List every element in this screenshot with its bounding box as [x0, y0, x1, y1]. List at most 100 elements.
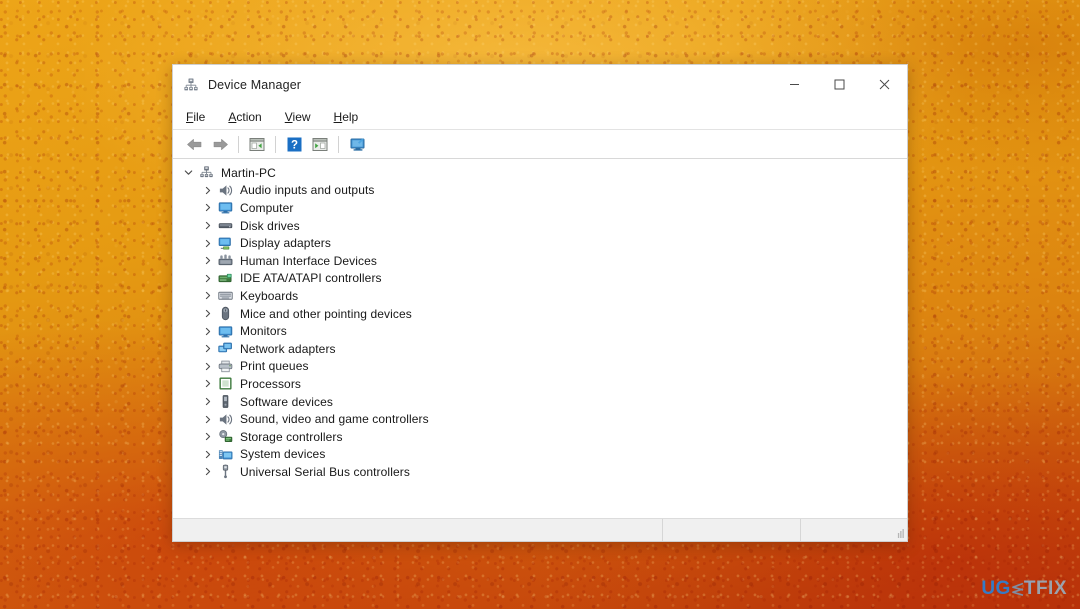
menu-item-view[interactable]: View — [284, 108, 312, 126]
watermark-text-ug: UG — [981, 578, 1011, 599]
tree-item-label: Sound, video and game controllers — [240, 412, 429, 427]
tree-item-label: IDE ATA/ATAPI controllers — [240, 271, 382, 286]
display-adapter-icon — [217, 235, 233, 251]
watermark-text-t: T — [1023, 578, 1036, 599]
chevron-right-icon[interactable] — [200, 464, 215, 480]
menu-rest-action: ction — [236, 109, 262, 124]
chevron-right-icon[interactable] — [200, 218, 215, 234]
tree-item-label: Audio inputs and outputs — [240, 183, 375, 198]
show-hide-console-tree-button[interactable] — [245, 133, 269, 155]
tree-item-system-devices[interactable]: System devices — [173, 446, 907, 464]
menu-item-file[interactable]: File — [185, 108, 206, 126]
chevron-right-icon[interactable] — [200, 235, 215, 251]
tree-item-label: Display adapters — [240, 236, 331, 251]
system-device-icon — [217, 446, 233, 462]
tree-item-audio-inputs-and-outputs[interactable]: Audio inputs and outputs — [173, 182, 907, 200]
tree-item-computer[interactable]: Computer — [173, 199, 907, 217]
close-button[interactable] — [862, 65, 907, 104]
resize-grip[interactable] — [891, 519, 907, 541]
maximize-button[interactable] — [817, 65, 862, 104]
tree-item-display-adapters[interactable]: Display adapters — [173, 234, 907, 252]
device-tree-pane[interactable]: Martin-PC Audio inputs and outputs Compu… — [173, 159, 907, 518]
tree-item-print-queues[interactable]: Print queues — [173, 358, 907, 376]
chevron-right-icon[interactable] — [200, 429, 215, 445]
device-manager-icon — [183, 77, 199, 93]
tree-item-disk-drives[interactable]: Disk drives — [173, 217, 907, 235]
chevron-right-icon[interactable] — [200, 341, 215, 357]
chevron-right-icon[interactable] — [200, 253, 215, 269]
tree-item-label: Human Interface Devices — [240, 253, 378, 268]
help-button[interactable]: ? — [282, 133, 306, 155]
statusbar-pane-1 — [173, 519, 663, 541]
tree-item-software-devices[interactable]: Software devices — [173, 393, 907, 411]
logo-chevron-mark-icon — [1010, 581, 1025, 598]
ugetfix-watermark: UG T FIX — [981, 578, 1067, 600]
chevron-right-icon[interactable] — [200, 270, 215, 286]
chevron-right-icon[interactable] — [200, 411, 215, 427]
toolbar: ? — [173, 129, 907, 159]
ide-controller-icon — [217, 270, 233, 286]
watermark-text-fix: FIX — [1035, 578, 1067, 599]
window-title: Device Manager — [208, 77, 302, 92]
tree-item-keyboards[interactable]: Keyboards — [173, 287, 907, 305]
properties-panel-button[interactable] — [308, 133, 332, 155]
monitor-icon — [217, 323, 233, 339]
menu-accel-view: V — [284, 109, 293, 124]
tree-root-row[interactable]: Martin-PC — [173, 164, 907, 182]
tree-item-storage-controllers[interactable]: Storage controllers — [173, 428, 907, 446]
chevron-down-icon[interactable] — [181, 165, 196, 181]
tree-item-universal-serial-bus-controllers[interactable]: Universal Serial Bus controllers — [173, 463, 907, 481]
menu-rest-file: ile — [193, 109, 206, 124]
menubar: File Action View Help — [173, 104, 907, 129]
chevron-right-icon[interactable] — [200, 394, 215, 410]
toolbar-separator-3 — [338, 135, 339, 153]
storage-controller-icon — [217, 429, 233, 445]
svg-text:?: ? — [290, 139, 297, 151]
menu-rest-help: elp — [342, 109, 359, 124]
tree-item-label: Universal Serial Bus controllers — [240, 464, 410, 479]
tree-item-ide-ata-atapi-controllers[interactable]: IDE ATA/ATAPI controllers — [173, 270, 907, 288]
statusbar-pane-2 — [663, 519, 801, 541]
chevron-right-icon[interactable] — [200, 200, 215, 216]
keyboard-icon — [217, 288, 233, 304]
back-button[interactable] — [182, 133, 206, 155]
chevron-right-icon[interactable] — [200, 323, 215, 339]
window-titlebar[interactable]: Device Manager — [173, 65, 907, 104]
tree-item-label: Network adapters — [240, 341, 336, 356]
menu-rest-view: iew — [292, 109, 311, 124]
tree-item-monitors[interactable]: Monitors — [173, 322, 907, 340]
tree-item-sound-video-and-game-controllers[interactable]: Sound, video and game controllers — [173, 410, 907, 428]
tree-item-label: Print queues — [240, 359, 309, 374]
menu-accel-help: H — [333, 109, 343, 124]
chevron-right-icon[interactable] — [200, 376, 215, 392]
tree-item-network-adapters[interactable]: Network adapters — [173, 340, 907, 358]
tree-item-label: Keyboards — [240, 288, 299, 303]
chevron-right-icon[interactable] — [200, 306, 215, 322]
tree-item-processors[interactable]: Processors — [173, 375, 907, 393]
chevron-right-icon[interactable] — [200, 358, 215, 374]
menu-item-help[interactable]: Help — [333, 108, 360, 126]
device-manager-window: Device Manager File Action View Help ? M… — [172, 64, 908, 542]
computer-root-icon — [198, 165, 214, 181]
hard-disk-icon — [217, 218, 233, 234]
minimize-button[interactable] — [772, 65, 817, 104]
chevron-right-icon[interactable] — [200, 288, 215, 304]
network-adapter-icon — [217, 341, 233, 357]
tree-item-mice-and-other-pointing-devices[interactable]: Mice and other pointing devices — [173, 305, 907, 323]
mouse-icon — [217, 306, 233, 322]
speaker-icon — [217, 411, 233, 427]
forward-button[interactable] — [208, 133, 232, 155]
scan-hardware-changes-button[interactable] — [345, 133, 369, 155]
tree-item-label: Computer — [240, 200, 294, 215]
tree-item-label: System devices — [240, 447, 326, 462]
tree-item-label: Processors — [240, 376, 302, 391]
chevron-right-icon[interactable] — [200, 182, 215, 198]
statusbar — [173, 518, 907, 541]
printer-icon — [217, 358, 233, 374]
tree-item-label: Software devices — [240, 394, 333, 409]
menu-item-action[interactable]: Action — [227, 108, 262, 126]
hid-icon — [217, 253, 233, 269]
monitor-icon — [217, 200, 233, 216]
tree-item-human-interface-devices[interactable]: Human Interface Devices — [173, 252, 907, 270]
chevron-right-icon[interactable] — [200, 446, 215, 462]
